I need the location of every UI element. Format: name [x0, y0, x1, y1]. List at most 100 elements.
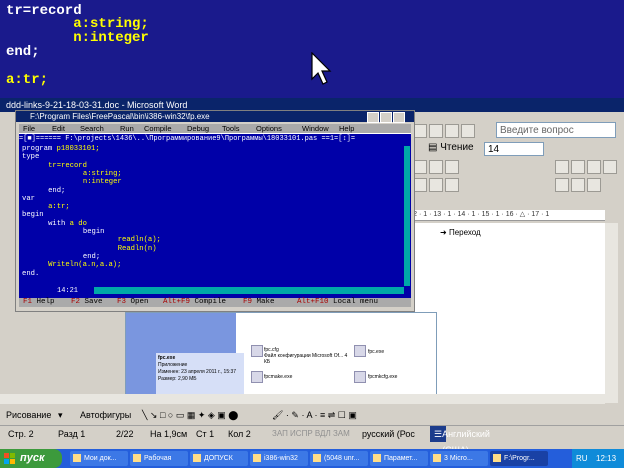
toolbar-icon[interactable] [555, 178, 569, 192]
tray-language[interactable]: RU [576, 449, 588, 468]
toolbar-icon[interactable] [603, 160, 617, 174]
file-icon [251, 345, 263, 357]
file-icon [354, 371, 366, 383]
app-icon [433, 454, 441, 462]
toolbar-icon[interactable] [555, 160, 569, 174]
code-keyword: end; [48, 186, 66, 195]
file-details-modified: Изменен: 23 апреля 2011 г., 15:37 [158, 369, 237, 375]
code-keyword: begin [22, 211, 44, 220]
ide-menu-bar: File Edit Search Run Compile Debug Tools… [19, 124, 411, 133]
horizontal-scrollbar[interactable] [0, 394, 605, 404]
toolbar-icon[interactable] [445, 178, 459, 192]
ide-hotkey-open[interactable]: F3 Open [117, 298, 149, 307]
menu-file[interactable]: File [23, 124, 35, 133]
app-icon [73, 454, 81, 462]
menu-run[interactable]: Run [120, 124, 134, 133]
hotkey-key: F9 [243, 298, 253, 306]
taskbar-button[interactable]: Рабочая [130, 451, 188, 466]
app-icon [493, 454, 501, 462]
maximize-button[interactable] [380, 112, 392, 123]
reading-mode-button[interactable]: ▤ Чтение [428, 142, 474, 153]
toolbar-icon[interactable] [429, 124, 443, 138]
code-text: n:integer [82, 178, 122, 187]
taskbar-button-label: 3 Micro... [444, 455, 473, 462]
toolbar-icon[interactable] [429, 178, 443, 192]
start-button[interactable]: пуск [0, 449, 62, 468]
ide-hotkey-help[interactable]: F1 Help [23, 298, 55, 307]
code-line: type [22, 153, 39, 161]
ask-question-input[interactable]: Введите вопрос [496, 122, 616, 138]
code-line: tr=record [48, 162, 87, 170]
toolbar-icon[interactable] [461, 124, 475, 138]
hotkey-key: F3 [117, 298, 127, 306]
editor-vertical-scrollbar[interactable] [404, 146, 410, 286]
toolbar-icon[interactable] [445, 160, 459, 174]
status-section: Разд 1 [58, 429, 86, 439]
code-text: Readln(n) [117, 244, 157, 253]
file-item-fpc[interactable]: fpc.exe [368, 349, 384, 355]
file-item-cfg[interactable]: fpc.cfg Файл конфигурации Microsoft Of...… [264, 347, 354, 365]
menu-edit[interactable]: Edit [52, 124, 65, 133]
file-icon [354, 345, 366, 357]
taskbar-button[interactable]: Парамет... [370, 451, 428, 466]
menu-window[interactable]: Window [302, 124, 329, 133]
close-button[interactable] [393, 112, 405, 123]
toolbar-icon[interactable] [413, 124, 427, 138]
taskbar-button-label: ДОПУСК [204, 455, 233, 462]
chevron-down-icon: ▾ [58, 410, 63, 420]
menu-help[interactable]: Help [339, 124, 354, 133]
code-keyword: with [48, 219, 66, 228]
hotkey-key: F1 [23, 298, 33, 306]
toolbar-icon[interactable] [445, 124, 459, 138]
menu-tools[interactable]: Tools [222, 124, 240, 133]
slide-line-2: a:string; [6, 16, 149, 32]
menu-options[interactable]: Options [256, 124, 282, 133]
ide-hotkey-make[interactable]: F9 Make [243, 298, 275, 307]
font-size-select[interactable]: 14 [484, 142, 544, 156]
app-icon [253, 454, 261, 462]
file-details-name: fpc.exe [158, 355, 176, 361]
language-bar[interactable]: ☰Английский (США) [430, 426, 490, 455]
toolbar-icon[interactable] [429, 160, 443, 174]
minimize-button[interactable] [367, 112, 379, 123]
taskbar-button[interactable]: (5048 unr... [310, 451, 368, 466]
editor-horizontal-scrollbar[interactable] [94, 287, 404, 294]
taskbar-button[interactable]: ДОПУСК [190, 451, 248, 466]
autoshapes-button[interactable]: Автофигуры [80, 406, 131, 424]
go-label: Переход [448, 228, 481, 237]
code-keyword: end. [22, 269, 40, 278]
menu-search[interactable]: Search [80, 124, 104, 133]
slide-line-4: end; [6, 44, 40, 60]
line-arrow-rect-oval-icons[interactable]: ╲ ↘ □ ○ ▭ ▦ ✦ ◈ ▣ ⬤ [142, 406, 238, 424]
code-editor[interactable]: =[■]====== F:\projects\1436\..\Программи… [19, 133, 411, 298]
toolbar-icon[interactable] [413, 160, 427, 174]
taskbar-button[interactable]: Мои док... [70, 451, 128, 466]
ide-hotkey-compile[interactable]: Alt+F9 Compile [163, 298, 226, 307]
fill-line-font-color-icons[interactable]: 🖌 · ✎ · A · ≡ ⇌ ☐ ▣ [272, 406, 357, 424]
toolbar-icon[interactable] [587, 178, 601, 192]
taskbar-button[interactable]: F:\Progr... [490, 451, 548, 466]
vertical-scrollbar[interactable] [605, 223, 618, 403]
code-line: a:tr; [48, 203, 70, 211]
toolbar-icon[interactable] [571, 160, 585, 174]
toolbar-icon[interactable] [413, 178, 427, 192]
status-at: На 1,9см [150, 429, 188, 439]
go-button[interactable]: ➜ Переход [440, 228, 481, 237]
code-text: readln(a); [117, 236, 161, 245]
app-icon [193, 454, 201, 462]
drawing-menu-button[interactable]: Рисование [6, 406, 51, 424]
taskbar-button[interactable]: 3 Micro... [430, 451, 488, 466]
toolbar-icon[interactable] [587, 160, 601, 174]
code-line: a:string; [83, 170, 122, 178]
ide-hotkey-save[interactable]: F2 Save [71, 298, 103, 307]
menu-debug[interactable]: Debug [187, 124, 209, 133]
ide-hotkey-local-menu[interactable]: Alt+F10 Local menu [297, 298, 378, 307]
code-line: begin [83, 228, 105, 236]
ruler: · 12 · 1 · 13 · 1 · 14 · 1 · 15 · 1 · 16… [405, 210, 605, 221]
file-item-fpcmkcfg[interactable]: fpcmkcfg.exe [368, 374, 397, 380]
file-item-fpcmake[interactable]: fpcmake.exe [264, 374, 292, 380]
toolbar-icon[interactable] [571, 178, 585, 192]
menu-compile[interactable]: Compile [144, 124, 172, 133]
taskbar-button[interactable]: i386-win32 [250, 451, 308, 466]
code-line: Readln(n) [118, 245, 157, 253]
